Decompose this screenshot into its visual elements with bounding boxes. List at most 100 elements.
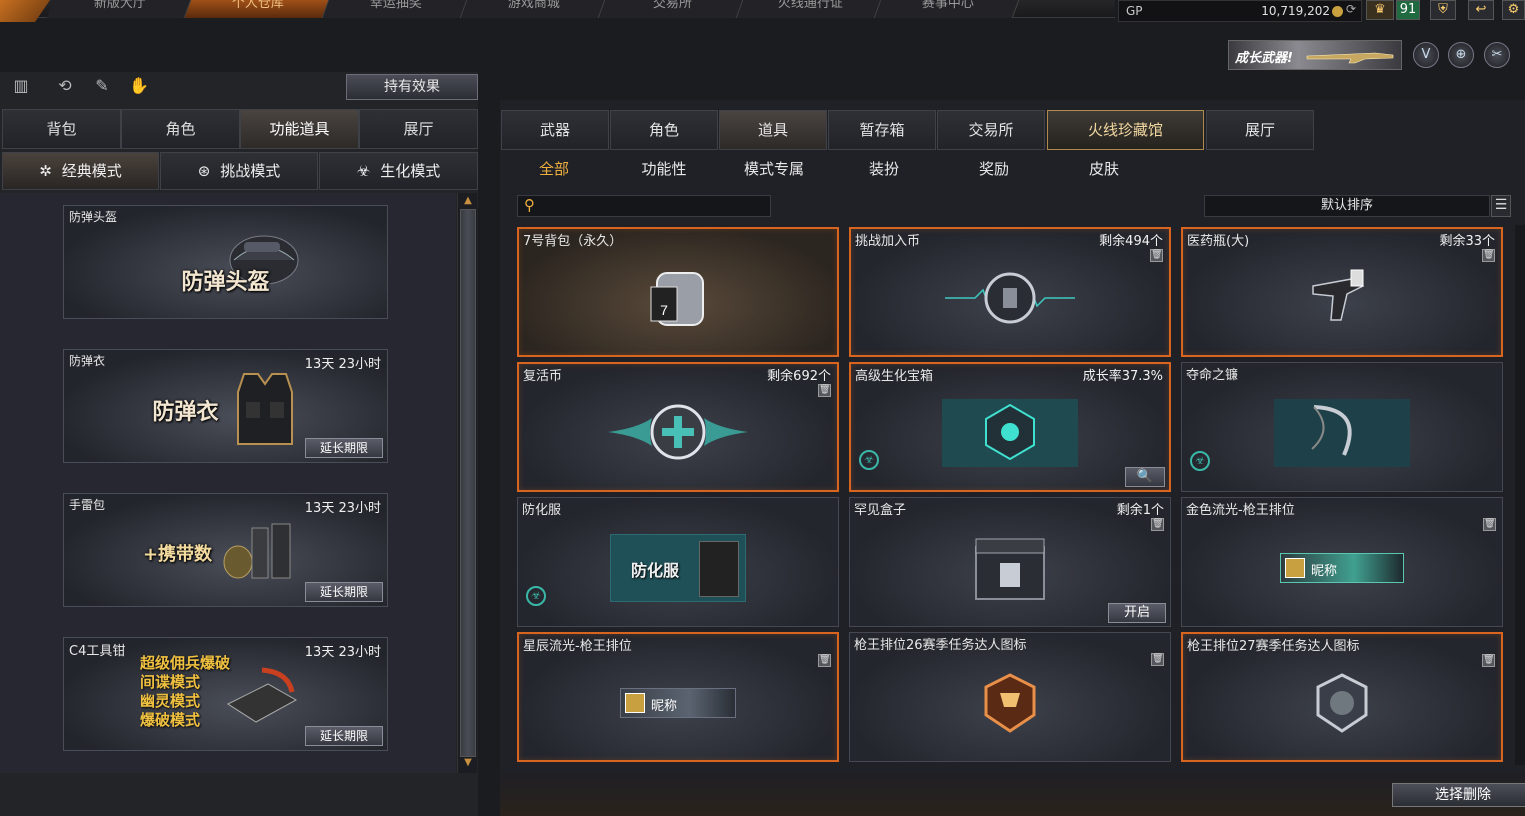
- trash-icon[interactable]: 🗑: [1150, 249, 1163, 262]
- right-tab-exchange[interactable]: 交易所: [937, 110, 1045, 150]
- item-card-hazmat-suit[interactable]: 防化服 防化服 ☣: [517, 497, 839, 627]
- extend-button[interactable]: 延长期限: [305, 582, 383, 602]
- item-card-death-scythe[interactable]: 夺命之镰 ☣: [1181, 362, 1503, 492]
- subtab-cosmetic[interactable]: 装扮: [834, 158, 934, 179]
- left-tab-function-items[interactable]: 功能道具: [240, 109, 359, 149]
- nav-tab-lottery[interactable]: 幸运抽奖: [322, 0, 468, 18]
- rifle-icon: [1306, 52, 1394, 64]
- subtab-all[interactable]: 全部: [504, 158, 604, 179]
- left-tab-character[interactable]: 角色: [121, 109, 240, 149]
- item-name: 防化服: [522, 503, 562, 518]
- nav-tab-exchange[interactable]: 交易所: [598, 0, 744, 18]
- subtab-mode-exclusive[interactable]: 模式专属: [724, 158, 824, 179]
- mode-challenge-label: 挑战模式: [220, 162, 281, 180]
- mode-bio-label: 生化模式: [380, 162, 441, 180]
- list-view-icon[interactable]: ☰: [1491, 195, 1511, 217]
- star-icon: ✲: [39, 162, 52, 180]
- item-card-gold-nameplate[interactable]: 金色流光-枪王排位 🗑 昵称: [1181, 497, 1503, 627]
- nav-tab-events[interactable]: 赛事中心: [874, 0, 1020, 18]
- right-tab-showroom[interactable]: 展厅: [1206, 110, 1314, 150]
- item-count: 剩余494个: [1099, 234, 1163, 249]
- item-card-bio-chest[interactable]: 高级生化宝箱 成长率37.3% ☣ 🔍: [849, 362, 1171, 492]
- back-icon[interactable]: ↩: [1468, 0, 1494, 20]
- item-time: 13天 23小时: [304, 501, 381, 516]
- tools-icon[interactable]: ✂: [1484, 42, 1510, 68]
- trash-icon[interactable]: 🗑: [1482, 654, 1495, 667]
- select-delete-button[interactable]: 选择删除: [1392, 783, 1525, 807]
- item-name: 枪王排位27赛季任务达人图标: [1187, 639, 1360, 654]
- trash-icon[interactable]: 🗑: [1483, 518, 1496, 531]
- glove-icon[interactable]: ✋: [128, 76, 150, 98]
- rank-emblem-icon[interactable]: ♛: [1366, 0, 1394, 20]
- list-item-helmet[interactable]: 防弹头盔 防弹头盔: [63, 205, 388, 319]
- item-card-rare-box[interactable]: 罕见盒子 剩余1个 🗑 开启: [849, 497, 1171, 627]
- stats-icon[interactable]: ▥: [10, 76, 32, 98]
- sort-dropdown[interactable]: 默认排序: [1204, 195, 1490, 217]
- item-name: 高级生化宝箱: [855, 369, 934, 384]
- shield-icon[interactable]: ⛨: [1430, 0, 1456, 20]
- game-logo[interactable]: [0, 0, 50, 22]
- item-card-star-nameplate[interactable]: 星辰流光-枪王排位 🗑 昵称: [517, 632, 839, 762]
- search-input[interactable]: ⚲: [517, 195, 771, 217]
- trash-icon[interactable]: 🗑: [818, 384, 831, 397]
- nav-tab-warehouse[interactable]: 个人仓库: [184, 0, 330, 18]
- inspect-button[interactable]: 🔍: [1125, 467, 1165, 487]
- mode-classic-button[interactable]: ✲ 经典模式: [2, 152, 159, 190]
- subtab-functional[interactable]: 功能性: [614, 158, 714, 179]
- trash-icon[interactable]: 🗑: [1482, 249, 1495, 262]
- item-card-season26-icon[interactable]: 枪王排位26赛季任务达人图标 🗑: [849, 632, 1171, 762]
- vip-badge-icon[interactable]: V: [1413, 42, 1439, 68]
- trash-icon[interactable]: 🗑: [1151, 653, 1164, 666]
- list-item-grenade-pack[interactable]: 手雷包 13天 23小时 +携带数 延长期限: [63, 493, 388, 607]
- scroll-up-arrow-icon[interactable]: ▲: [461, 195, 475, 209]
- season26-badge-icon: [984, 673, 1036, 734]
- scroll-thumb[interactable]: [460, 209, 476, 757]
- mode-line: 超级佣兵爆破: [140, 654, 231, 672]
- right-tab-character[interactable]: 角色: [610, 110, 718, 150]
- right-tab-collection[interactable]: 火线珍藏馆: [1047, 110, 1204, 150]
- subtab-skins[interactable]: 皮肤: [1054, 158, 1154, 179]
- crosshair-icon[interactable]: ⊕: [1448, 42, 1474, 68]
- right-tab-storage[interactable]: 暂存箱: [828, 110, 936, 150]
- mode-bio-button[interactable]: ☣ 生化模式: [319, 152, 478, 190]
- trash-icon[interactable]: 🗑: [818, 654, 831, 667]
- item-name: 复活币: [523, 369, 563, 384]
- equip-icon[interactable]: ✎: [91, 76, 113, 98]
- refresh-icon[interactable]: ⟳: [1346, 2, 1360, 18]
- extend-button[interactable]: 延长期限: [305, 438, 383, 458]
- item-card-season27-icon[interactable]: 枪王排位27赛季任务达人图标 🗑: [1181, 632, 1503, 762]
- right-tab-weapons[interactable]: 武器: [501, 110, 609, 150]
- item-big-label: 防弹头盔: [181, 270, 270, 295]
- item-card-revive-coin[interactable]: 复活币 剩余692个 🗑: [517, 362, 839, 492]
- scroll-down-arrow-icon[interactable]: ▼: [461, 757, 475, 771]
- open-button[interactable]: 开启: [1108, 603, 1166, 623]
- scythe-icon: [1274, 399, 1410, 468]
- item-card-bag7[interactable]: 7号背包（永久） 7: [517, 227, 839, 357]
- subtab-rewards[interactable]: 奖励: [944, 158, 1044, 179]
- history-icon[interactable]: ⟲: [54, 76, 76, 98]
- nameplate-label: 昵称: [1311, 564, 1338, 580]
- effect-button[interactable]: 持有效果: [346, 74, 478, 100]
- trash-icon[interactable]: 🗑: [1151, 518, 1164, 531]
- right-tab-items[interactable]: 道具: [719, 110, 827, 150]
- nav-tab-shop[interactable]: 游戏商城: [460, 0, 606, 18]
- mode-line: 间谍模式: [140, 673, 201, 691]
- mode-line: 幽灵模式: [140, 692, 201, 710]
- item-count: 剩余33个: [1439, 234, 1495, 249]
- left-tab-showroom[interactable]: 展厅: [359, 109, 478, 149]
- growth-weapon-banner[interactable]: 成长武器!: [1228, 40, 1402, 70]
- extend-button[interactable]: 延长期限: [305, 726, 383, 746]
- nav-tab-lobby[interactable]: 新版大厅: [46, 0, 192, 18]
- settings-gear-icon[interactable]: ⚙: [1502, 0, 1525, 20]
- list-item-c4-pliers[interactable]: C4工具钳 13天 23小时 超级佣兵爆破 间谍模式 幽灵模式 爆破模式 延长期…: [63, 637, 388, 751]
- left-scrollbar[interactable]: ▲ ▼: [457, 193, 477, 773]
- item-card-challenge-coin[interactable]: 挑战加入币 剩余494个 🗑: [849, 227, 1171, 357]
- left-tab-backpack[interactable]: 背包: [2, 109, 121, 149]
- list-item-vest[interactable]: 防弹衣 13天 23小时 防弹衣 延长期限: [63, 349, 388, 463]
- item-card-medkit[interactable]: 医药瓶(大) 剩余33个 🗑: [1181, 227, 1503, 357]
- nameplate-gold-icon: 昵称: [1280, 553, 1404, 584]
- right-scrollbar[interactable]: [1515, 225, 1525, 765]
- mode-challenge-button[interactable]: ⊛ 挑战模式: [160, 152, 318, 190]
- nav-tab-pass[interactable]: 火线通行证: [736, 0, 882, 18]
- rare-box-icon: [975, 538, 1045, 601]
